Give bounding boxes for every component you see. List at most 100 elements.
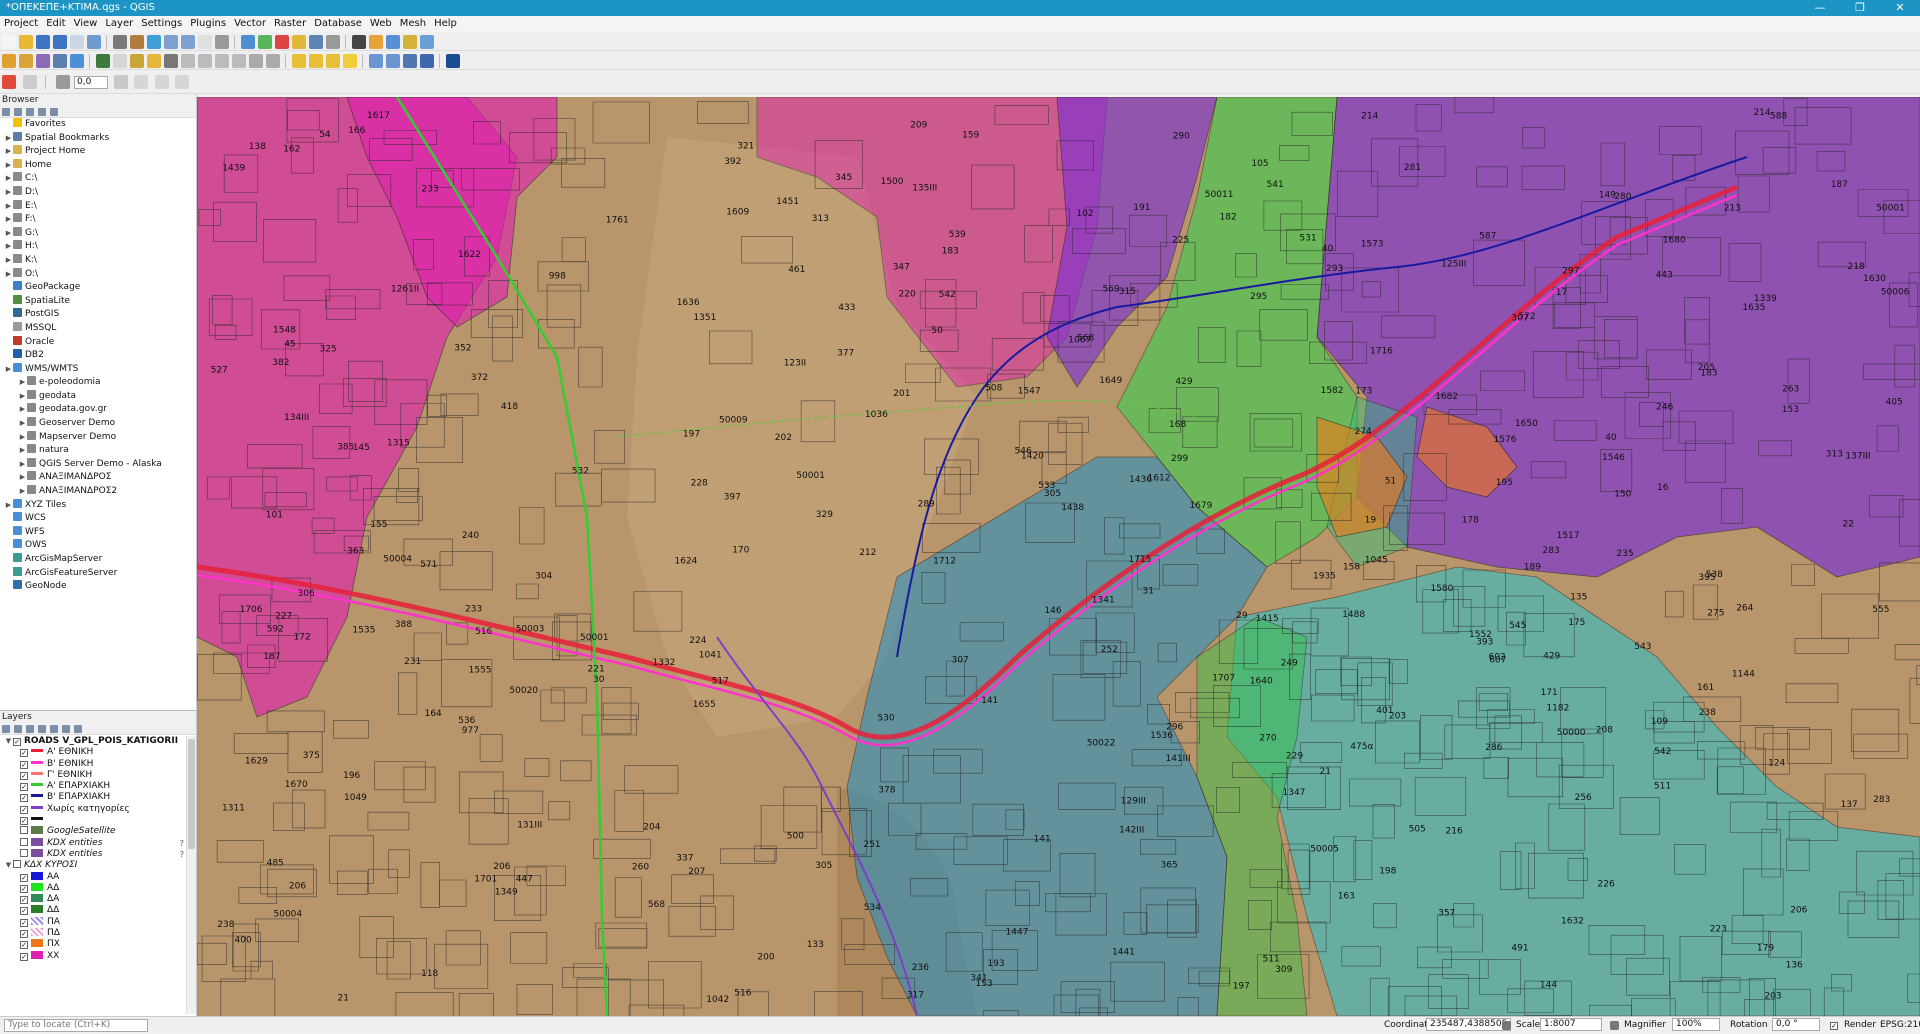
browser-item[interactable]: OWS [0,539,196,553]
layer-item[interactable]: ▼ ✓ ROADS V_GPL_POIS_KATIGORII [0,736,186,747]
browser-item[interactable]: ▶ Home [0,158,196,173]
toolbar-tool-icon[interactable] [164,35,178,49]
toolbar-tool-icon[interactable] [241,35,255,49]
expand-arrow-icon[interactable]: ▶ [18,431,27,445]
toolbar-tool-icon[interactable] [19,54,33,68]
toolbar-tool-icon[interactable] [386,35,400,49]
layer-visibility-checkbox[interactable]: ✓ [20,941,28,950]
layer-warning-icon[interactable]: ? [180,838,184,849]
toolbar-tool-icon[interactable] [36,54,50,68]
toolbar-tool-icon[interactable] [292,35,306,49]
browser-item[interactable]: ▶ geodata [0,389,196,404]
expand-arrow-icon[interactable]: ▼ [4,736,13,747]
toolbar-tool-icon[interactable] [386,54,400,68]
browser-item[interactable]: ▶ QGIS Server Demo - Alaska [0,457,196,472]
layer-item[interactable]: ✓ Γ' ΕΘΝΙΚΗ [0,770,186,781]
close-button[interactable]: ✕ [1880,0,1920,16]
toolbar-tool-icon[interactable] [420,35,434,49]
toolbar-tool-icon[interactable] [164,54,178,68]
layer-item[interactable]: GoogleSatellite [0,826,186,837]
expand-arrow-icon[interactable]: ▶ [4,159,13,173]
layer-item[interactable]: ✓ Α' ΕΠΑΡΧΙΑΚΗ [0,781,186,792]
layer-item[interactable]: ✓ ΑΔ [0,882,186,894]
toolbar-tool-icon[interactable] [403,54,417,68]
expand-arrow-icon[interactable]: ▶ [4,213,13,227]
manage-visibility-icon[interactable] [26,725,34,733]
layer-item[interactable]: ✓ ΧΧ [0,950,186,962]
browser-item[interactable]: ▶ Project Home [0,145,196,159]
expand-arrow-icon[interactable]: ▶ [4,240,13,254]
properties-icon[interactable] [50,108,58,116]
browser-item[interactable]: ▶ K:\ [0,253,196,268]
stop-icon[interactable] [2,75,16,89]
layer-item[interactable]: ✓ ΔΔ [0,905,186,916]
toolbar-tool-icon[interactable] [309,54,323,68]
collapse-icon[interactable] [38,108,46,116]
rotate-label-icon[interactable] [154,75,169,89]
toolbar-tool-icon[interactable] [19,35,33,49]
layer-visibility-checkbox[interactable]: ✓ [20,760,28,769]
toolbar-tool-icon[interactable] [181,35,195,49]
add-group-icon[interactable] [14,725,22,733]
layer-visibility-checkbox[interactable]: ✓ [13,738,21,746]
expand-arrow-icon[interactable]: ▶ [4,254,13,268]
browser-item[interactable]: ▶ WMS/WMTS [0,362,196,377]
toolbar-tool-icon[interactable] [343,54,357,68]
layer-visibility-checkbox[interactable]: ✓ [20,930,28,939]
menu-vector[interactable]: Vector [230,16,270,32]
toolbar-tool-icon[interactable] [275,35,289,49]
layer-visibility-checkbox[interactable]: ✓ [20,805,28,814]
menu-settings[interactable]: Settings [137,16,186,32]
browser-item[interactable]: GeoNode [0,580,196,594]
toolbar-tool-icon[interactable] [403,35,417,49]
toolbar-tool-icon[interactable] [113,54,127,68]
expand-arrow-icon[interactable]: ▶ [4,499,13,513]
layer-visibility-checkbox[interactable]: ✓ [20,771,28,780]
scrollbar-thumb[interactable] [188,739,195,849]
layer-visibility-checkbox[interactable]: ✓ [20,873,28,882]
filter-legend-icon[interactable] [38,725,46,733]
toolbar-tool-icon[interactable] [87,35,101,49]
menu-web[interactable]: Web [366,16,396,32]
browser-item[interactable]: Favorites [0,118,196,132]
abc-label-icon[interactable] [113,75,128,89]
layer-item[interactable]: KDX entities? [0,848,186,860]
layer-visibility-checkbox[interactable] [20,826,28,835]
toolbar-tool-icon[interactable] [198,35,212,49]
browser-item[interactable]: SpatiaLite [0,294,196,309]
toolbar-tool-icon[interactable] [53,54,67,68]
browser-item[interactable]: GeoPackage [0,281,196,295]
layer-visibility-checkbox[interactable] [13,860,21,869]
browser-item[interactable]: WCS [0,512,196,526]
toolbar-tool-icon[interactable] [96,54,110,68]
toolbar-tool-icon[interactable] [369,54,383,68]
expand-arrow-icon[interactable]: ▶ [4,200,13,214]
layer-item[interactable]: ✓ Β' ΕΘΝΙΚΗ [0,759,186,770]
expand-arrow-icon[interactable]: ▶ [4,186,13,200]
layer-visibility-checkbox[interactable]: ✓ [20,749,28,758]
browser-item[interactable]: ▶ O:\ [0,267,196,282]
browser-item[interactable]: Oracle [0,335,196,350]
minimize-button[interactable]: — [1800,0,1840,16]
layer-item[interactable]: ✓ ΔΑ [0,894,186,905]
layer-visibility-checkbox[interactable]: ✓ [20,794,28,803]
toolbar-tool-icon[interactable] [147,35,161,49]
browser-item[interactable]: ▶ C:\ [0,172,196,186]
remove-layer-icon[interactable] [74,725,82,733]
expand-arrow-icon[interactable]: ▼ [4,860,13,871]
browser-item[interactable]: DB2 [0,349,196,363]
layer-visibility-checkbox[interactable]: ✓ [20,884,28,893]
toolbar-tool-icon[interactable] [420,54,434,68]
toolbar-tool-icon[interactable] [70,54,84,68]
menu-database[interactable]: Database [310,16,366,32]
grid-icon[interactable] [22,75,37,89]
toolbar-tool-icon[interactable] [130,54,144,68]
rotation-field[interactable]: 0,0 ° [1772,1018,1820,1031]
layer-item[interactable]: ▼ ΚΔΧ ΚΥΡΟΣΙ [0,860,186,871]
layer-visibility-checkbox[interactable]: ✓ [20,907,28,916]
map-svg[interactable]: 9771517153517611546998154815361622163216… [197,97,1920,1016]
layer-visibility-checkbox[interactable] [20,848,28,857]
pin-label-icon[interactable] [175,75,189,89]
render-checkbox[interactable]: ✓ [1830,1022,1838,1030]
crs-label[interactable]: EPSG:2100 [1880,1017,1920,1034]
